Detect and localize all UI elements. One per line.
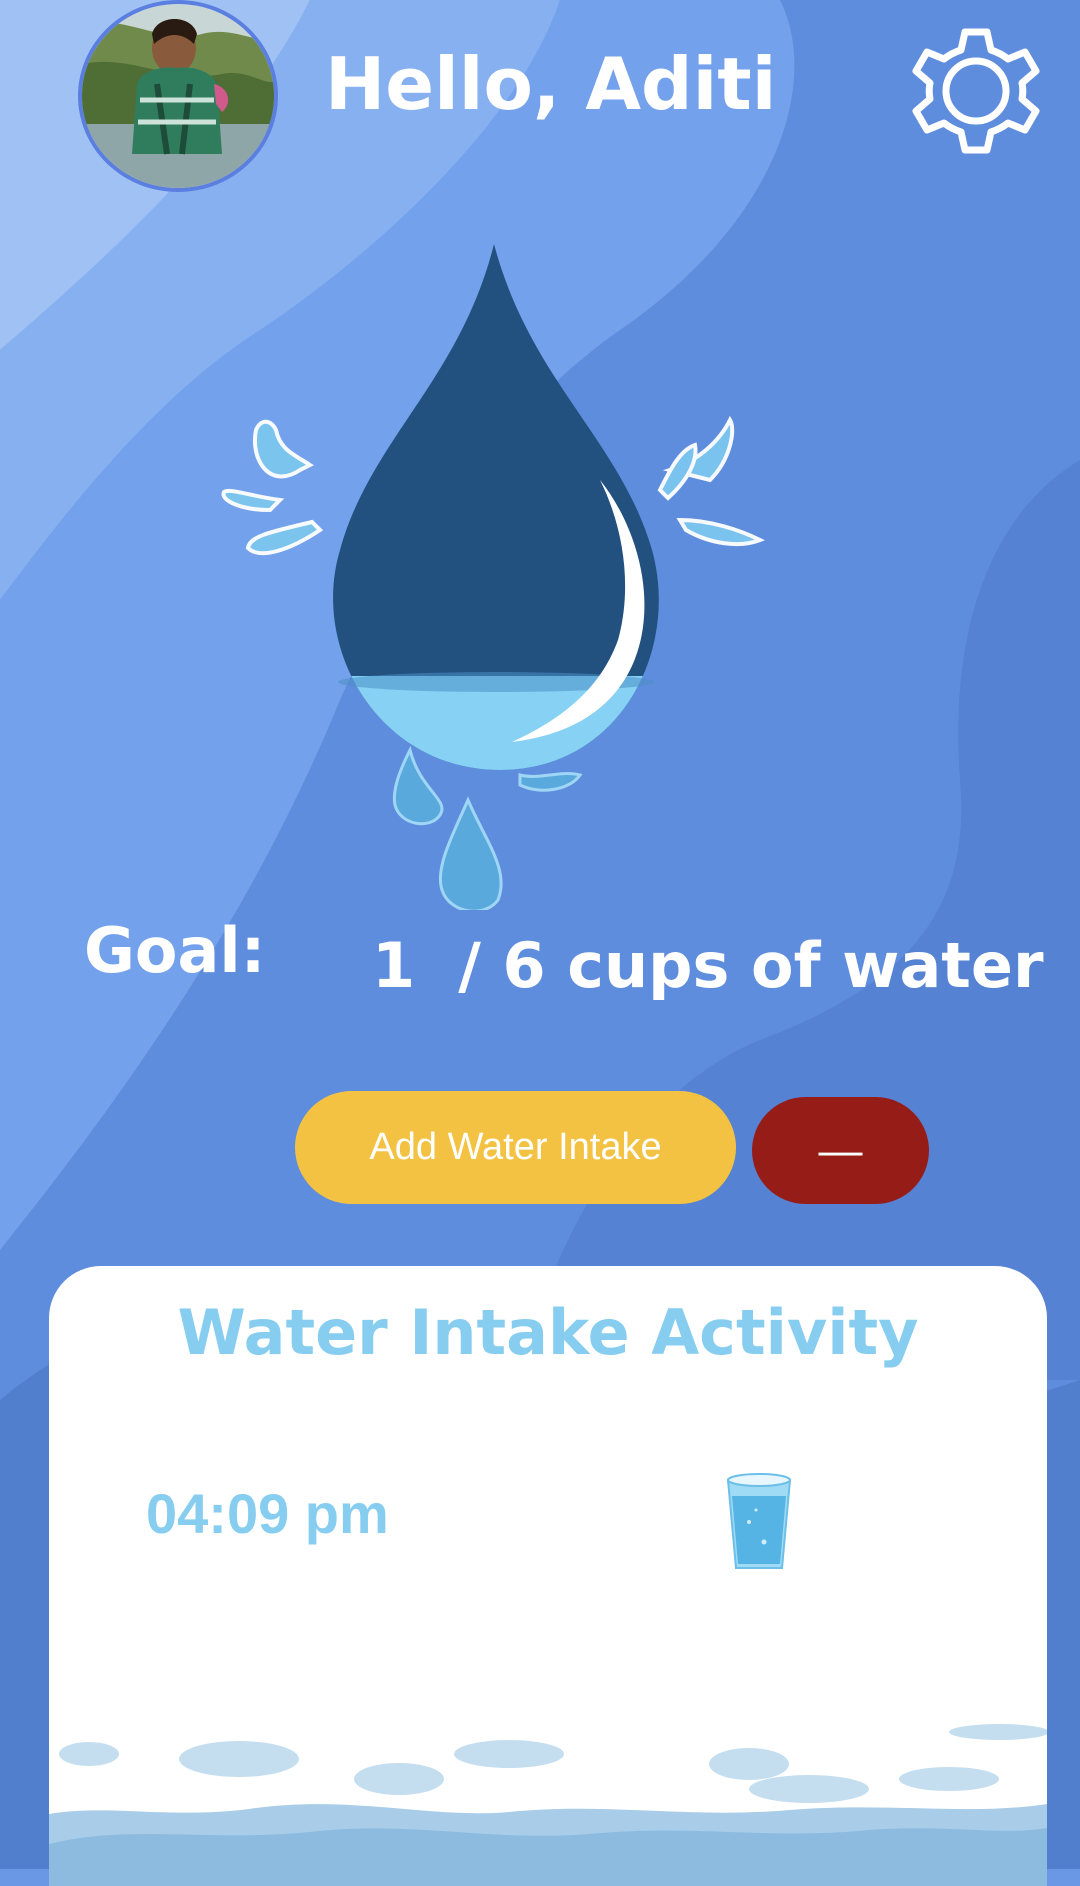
- gear-icon: [912, 28, 1040, 154]
- add-water-intake-button[interactable]: Add Water Intake: [295, 1091, 736, 1204]
- profile-avatar[interactable]: [78, 0, 278, 192]
- activity-title: Water Intake Activity: [177, 1296, 919, 1369]
- user-photo-avatar-icon: [82, 4, 274, 188]
- clouds-mountains-illustration: [49, 1724, 1047, 1886]
- activity-entry-time: 04:09 pm: [146, 1482, 389, 1545]
- greeting-title: Hello, Aditi: [325, 42, 777, 126]
- water-glass-icon: [726, 1473, 792, 1569]
- remove-water-intake-button[interactable]: —: [752, 1097, 929, 1204]
- water-level-drop: [221, 244, 765, 910]
- goal-label: Goal:: [84, 914, 266, 987]
- goal-progress-text: 1 / 6 cups of water: [372, 929, 1044, 1002]
- settings-button[interactable]: [905, 20, 1047, 162]
- water-intake-activity-card: Water Intake Activity 04:09 pm: [49, 1266, 1047, 1886]
